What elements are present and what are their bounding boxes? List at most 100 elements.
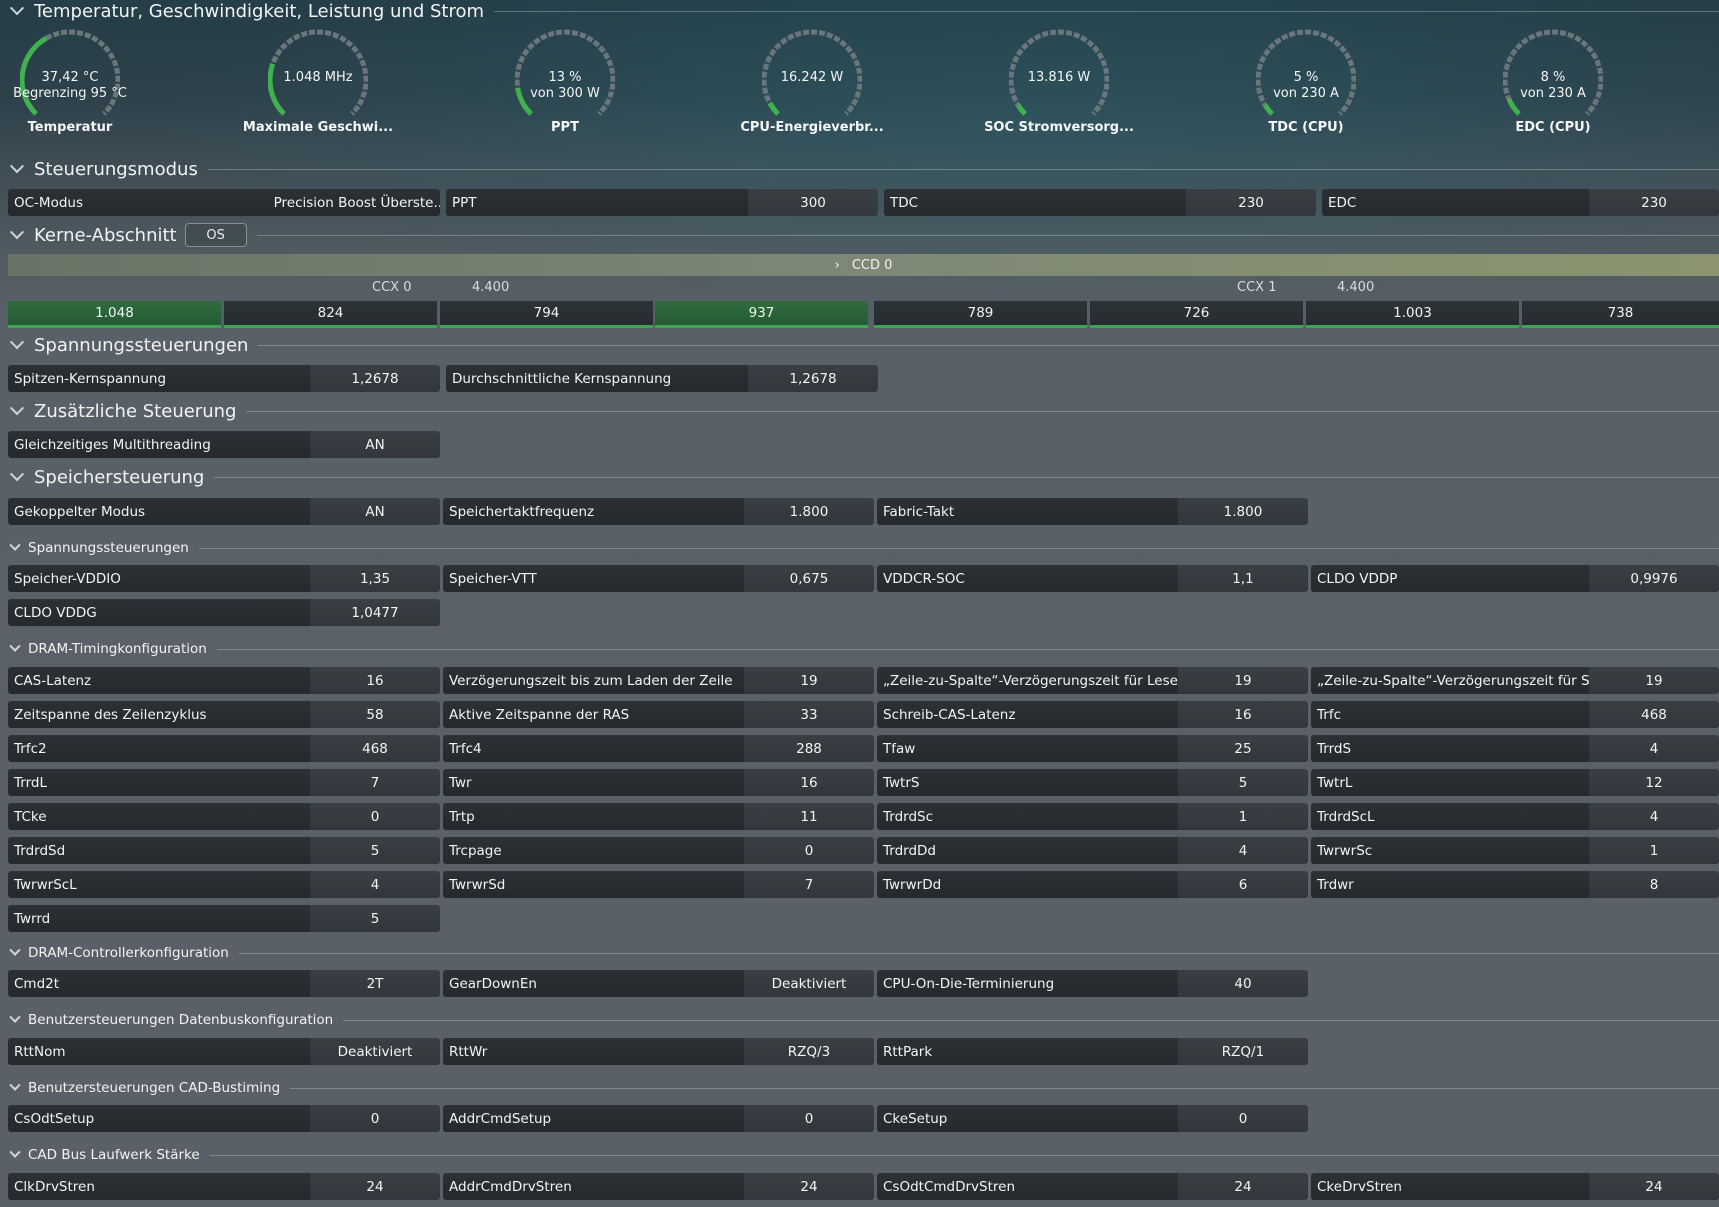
cad-drive-field[interactable]: CkeDrvStren 24	[1311, 1173, 1719, 1200]
field-value[interactable]: 7	[310, 769, 440, 796]
field-value[interactable]: 7	[744, 871, 874, 898]
smt-field[interactable]: Gleichzeitiges Multithreading AN	[8, 431, 440, 458]
field-value[interactable]: 1,35	[310, 565, 440, 592]
dram-timing-field[interactable]: TrdrdScL 4	[1311, 803, 1719, 830]
dram-timing-field[interactable]: Trfc4 288	[443, 735, 874, 762]
mem-clock-field[interactable]: Speichertaktfrequenz 1.800	[443, 498, 874, 525]
field-value[interactable]: 19	[1589, 667, 1719, 694]
chevron-down-icon[interactable]	[8, 2, 26, 20]
section-header-voltage[interactable]: Spannungssteuerungen	[8, 332, 1719, 358]
field-value[interactable]: 1	[1589, 837, 1719, 864]
field-value[interactable]: 1.800	[1178, 498, 1308, 525]
field-value[interactable]: 5	[310, 837, 440, 864]
field-value[interactable]: RZQ/1	[1178, 1038, 1308, 1065]
dram-timing-field[interactable]: Trfc 468	[1311, 701, 1719, 728]
mem-voltage-field[interactable]: CLDO VDDG 1,0477	[8, 599, 440, 626]
field-value[interactable]: 1	[1178, 803, 1308, 830]
dram-timing-field[interactable]: TrdrdSc 1	[877, 803, 1308, 830]
subsection-header-databus[interactable]: Benutzersteuerungen Datenbuskonfiguratio…	[8, 1007, 1719, 1033]
dram-timing-field[interactable]: Tfaw 25	[877, 735, 1308, 762]
field-value[interactable]: 25	[1178, 735, 1308, 762]
tdc-field[interactable]: TDC 230	[884, 189, 1316, 216]
chevron-down-icon[interactable]	[8, 226, 26, 244]
field-value[interactable]: 2T	[310, 970, 440, 997]
dram-timing-field[interactable]: TrrdS 4	[1311, 735, 1719, 762]
field-value[interactable]: 4	[1589, 803, 1719, 830]
field-value[interactable]: 4	[1589, 735, 1719, 762]
dram-timing-field[interactable]: TwrwrSc 1	[1311, 837, 1719, 864]
os-badge[interactable]: OS	[184, 223, 247, 247]
cad-drive-field[interactable]: ClkDrvStren 24	[8, 1173, 440, 1200]
edc-field[interactable]: EDC 230	[1322, 189, 1719, 216]
field-value[interactable]: 0	[310, 1105, 440, 1132]
subsection-header-dram-ctrl[interactable]: DRAM-Controllerkonfiguration	[8, 940, 1719, 966]
dram-timing-field[interactable]: „Zeile-zu-Spalte“-Verzögerungszeit für L…	[877, 667, 1308, 694]
dram-ctrl-field[interactable]: CPU-On-Die-Terminierung 40	[877, 970, 1308, 997]
field-value[interactable]: 6	[1178, 871, 1308, 898]
field-value[interactable]: 468	[1589, 701, 1719, 728]
dram-timing-field[interactable]: Zeitspanne des Zeilenzyklus 58	[8, 701, 440, 728]
field-value[interactable]: 1.800	[744, 498, 874, 525]
field-value[interactable]: 0	[744, 837, 874, 864]
databus-field[interactable]: RttNom Deaktiviert	[8, 1038, 440, 1065]
field-value[interactable]: 4	[310, 871, 440, 898]
subsection-header-cad-bustiming[interactable]: Benutzersteuerungen CAD-Bustiming	[8, 1075, 1719, 1101]
field-value[interactable]: 19	[1178, 667, 1308, 694]
field-value[interactable]: 1,0477	[310, 599, 440, 626]
chevron-down-icon[interactable]	[8, 1011, 22, 1029]
ppt-value[interactable]: 300	[748, 189, 878, 216]
chevron-down-icon[interactable]	[8, 468, 26, 486]
field-value[interactable]: 58	[310, 701, 440, 728]
subsection-header-cad-drive[interactable]: CAD Bus Laufwerk Stärke	[8, 1142, 1719, 1168]
chevron-down-icon[interactable]	[8, 539, 22, 557]
chevron-down-icon[interactable]	[8, 160, 26, 178]
subsection-header-dram-timing[interactable]: DRAM-Timingkonfiguration	[8, 636, 1719, 662]
tdc-value[interactable]: 230	[1186, 189, 1316, 216]
dram-ctrl-field[interactable]: Cmd2t 2T	[8, 970, 440, 997]
dram-timing-field[interactable]: Trtp 11	[443, 803, 874, 830]
cad-bustiming-field[interactable]: AddrCmdSetup 0	[443, 1105, 874, 1132]
ccd-bar[interactable]: › CCD 0	[8, 254, 1719, 276]
section-header-temp[interactable]: Temperatur, Geschwindigkeit, Leistung un…	[8, 0, 1719, 24]
dram-timing-field[interactable]: Twrrd 5	[8, 905, 440, 932]
databus-field[interactable]: RttWr RZQ/3	[443, 1038, 874, 1065]
field-value[interactable]: 0	[310, 803, 440, 830]
field-value[interactable]: 0	[1178, 1105, 1308, 1132]
dram-timing-field[interactable]: TrrdL 7	[8, 769, 440, 796]
field-value[interactable]: 0	[744, 1105, 874, 1132]
cad-bustiming-field[interactable]: CsOdtSetup 0	[8, 1105, 440, 1132]
field-value[interactable]: RZQ/3	[744, 1038, 874, 1065]
dram-timing-field[interactable]: TCke 0	[8, 803, 440, 830]
coupled-mode-field[interactable]: Gekoppelter Modus AN	[8, 498, 440, 525]
ppt-field[interactable]: PPT 300	[446, 189, 878, 216]
chevron-down-icon[interactable]	[8, 944, 22, 962]
cad-drive-field[interactable]: AddrCmdDrvStren 24	[443, 1173, 874, 1200]
databus-field[interactable]: RttPark RZQ/1	[877, 1038, 1308, 1065]
dram-timing-field[interactable]: TrdrdDd 4	[877, 837, 1308, 864]
oc-mode-field[interactable]: OC-Modus Precision Boost Überste...	[8, 189, 440, 216]
field-value[interactable]: 1,2678	[310, 365, 440, 392]
field-value[interactable]: 12	[1589, 769, 1719, 796]
field-value[interactable]: 16	[310, 667, 440, 694]
dram-timing-field[interactable]: Verzögerungszeit bis zum Laden der Zeile…	[443, 667, 874, 694]
field-value[interactable]: 8	[1589, 871, 1719, 898]
field-value[interactable]: 288	[744, 735, 874, 762]
chevron-right-icon[interactable]: ›	[835, 258, 840, 273]
field-value[interactable]: AN	[310, 431, 440, 458]
field-value[interactable]: AN	[310, 498, 440, 525]
field-value[interactable]: 5	[1178, 769, 1308, 796]
dram-timing-field[interactable]: TwrwrDd 6	[877, 871, 1308, 898]
dram-timing-field[interactable]: TwtrS 5	[877, 769, 1308, 796]
field-value[interactable]: 24	[310, 1173, 440, 1200]
dram-timing-field[interactable]: „Zeile-zu-Spalte“-Verzögerungszeit für S…	[1311, 667, 1719, 694]
avg-voltage-field[interactable]: Durchschnittliche Kernspannung 1,2678	[446, 365, 878, 392]
dram-timing-field[interactable]: TwtrL 12	[1311, 769, 1719, 796]
mem-voltage-field[interactable]: Speicher-VTT 0,675	[443, 565, 874, 592]
chevron-down-icon[interactable]	[8, 640, 22, 658]
field-value[interactable]: Deaktiviert	[744, 970, 874, 997]
field-value[interactable]: 40	[1178, 970, 1308, 997]
chevron-down-icon[interactable]	[8, 1146, 22, 1164]
mem-voltage-field[interactable]: CLDO VDDP 0,9976	[1311, 565, 1719, 592]
edc-value[interactable]: 230	[1589, 189, 1719, 216]
cad-drive-field[interactable]: CsOdtCmdDrvStren 24	[877, 1173, 1308, 1200]
